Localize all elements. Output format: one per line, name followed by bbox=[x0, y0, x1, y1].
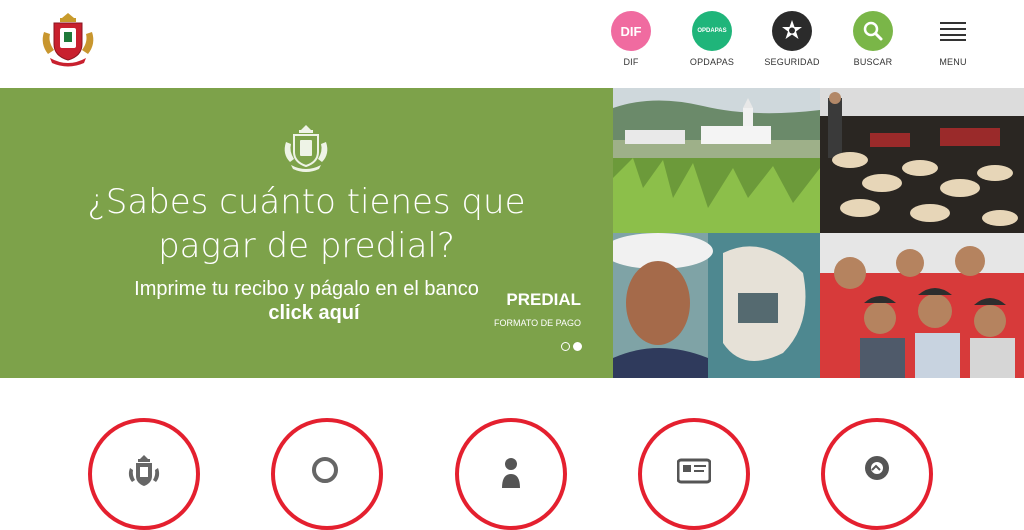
service-id-card-button[interactable] bbox=[638, 418, 750, 530]
nav-menu[interactable]: MENU bbox=[913, 11, 993, 67]
service-citizen-button[interactable] bbox=[455, 418, 567, 530]
service-location-button[interactable] bbox=[821, 418, 933, 530]
id-card-icon bbox=[677, 458, 711, 484]
slider-dot-1[interactable] bbox=[561, 342, 570, 351]
nav-dif[interactable]: DIF DIF bbox=[591, 11, 671, 67]
nav-opdapas-label: OPDAPAS bbox=[689, 57, 735, 67]
nav-buscar-label: BUSCAR bbox=[853, 57, 893, 67]
man-mural-photo[interactable] bbox=[613, 233, 820, 378]
services-section bbox=[0, 378, 1024, 530]
children-group-photo[interactable] bbox=[820, 233, 1024, 378]
dif-icon: DIF bbox=[611, 11, 651, 51]
search-icon bbox=[853, 11, 893, 51]
service-municipio-button[interactable] bbox=[88, 418, 200, 530]
hero-title: ¿Sabes cuánto tienes que pagar de predia… bbox=[0, 180, 613, 268]
nav-dif-label: DIF bbox=[623, 57, 639, 67]
person-icon bbox=[502, 458, 520, 488]
nav-seguridad-label: SEGURIDAD bbox=[764, 57, 820, 67]
hero-title-line2: pagar de predial? bbox=[158, 226, 455, 266]
nav-opdapas[interactable]: OPDAPAS OPDAPAS bbox=[672, 11, 752, 67]
hero-title-line1: ¿Sabes cuánto tienes que bbox=[87, 182, 526, 222]
slider-dots bbox=[561, 342, 582, 351]
map-pin-icon bbox=[865, 456, 889, 480]
municipal-crest-logo[interactable] bbox=[38, 10, 98, 70]
nav-seguridad[interactable]: SEGURIDAD bbox=[752, 11, 832, 67]
search-icon bbox=[312, 457, 338, 483]
hamburger-menu-icon bbox=[933, 11, 973, 51]
municipal-crest-icon bbox=[284, 125, 328, 172]
slide-subtitle: FORMATO DE PAGO bbox=[493, 318, 581, 328]
police-star-icon bbox=[772, 11, 812, 51]
nav-buscar[interactable]: BUSCAR bbox=[833, 11, 913, 67]
church-landscape-photo[interactable] bbox=[613, 88, 820, 233]
slide-title: PREDIAL bbox=[506, 290, 581, 309]
site-header: DIF DIF OPDAPAS OPDAPAS SEGURIDAD BUSCAR bbox=[0, 0, 1024, 88]
slider-dot-2[interactable] bbox=[573, 342, 582, 351]
opdapas-icon: OPDAPAS bbox=[692, 11, 732, 51]
photo-collage bbox=[613, 88, 1024, 378]
service-search-button[interactable] bbox=[271, 418, 383, 530]
nav-menu-label: MENU bbox=[939, 57, 967, 67]
hero-slider[interactable]: ¿Sabes cuánto tienes que pagar de predia… bbox=[0, 88, 613, 378]
crowd-event-photo[interactable] bbox=[820, 88, 1024, 233]
municipal-crest-icon bbox=[128, 455, 160, 486]
